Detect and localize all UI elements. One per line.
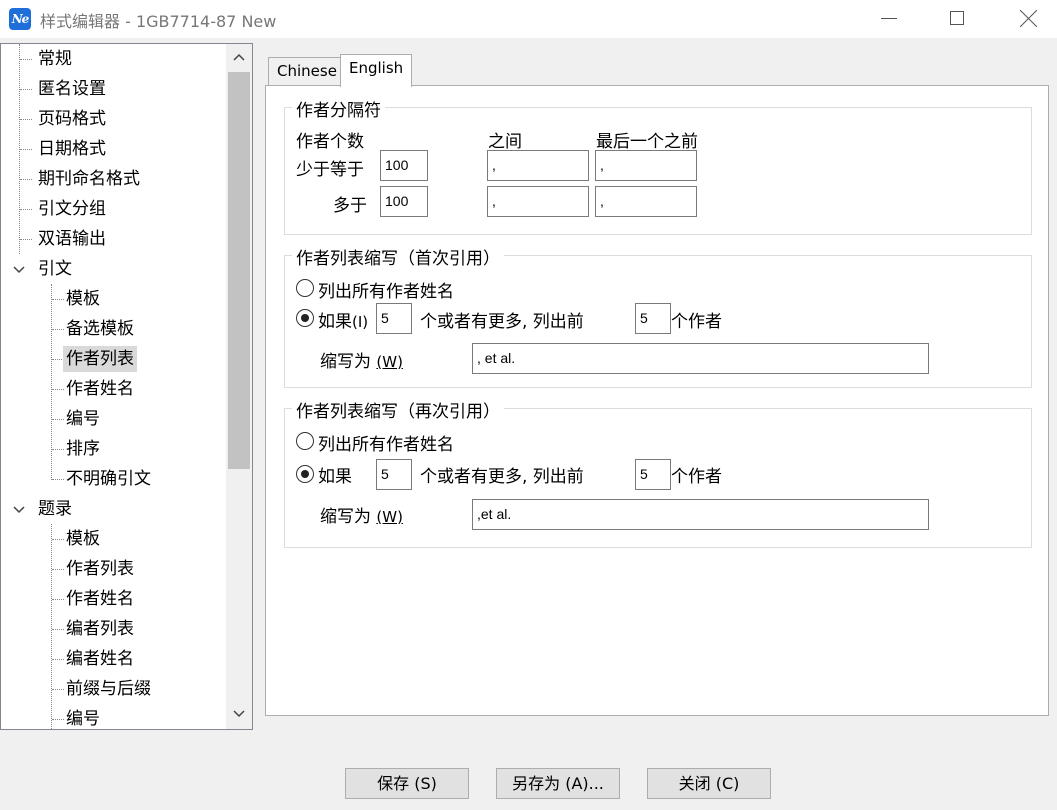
tree-item-label: 匿名设置 <box>38 79 106 99</box>
subsequent-abbrev-field[interactable]: ,et al. <box>472 499 929 530</box>
first-list-all-label[interactable]: 列出所有作者姓名 <box>318 277 454 302</box>
first-abbrev-text: 缩写为 <box>320 352 371 372</box>
tree-item-label: 编号 <box>66 709 100 729</box>
tree-item-label: 模板 <box>66 529 100 549</box>
save-button[interactable]: 保存 (S) <box>345 768 469 799</box>
tree-item-label: 备选模板 <box>66 319 134 339</box>
app-icon: Ne <box>9 8 31 30</box>
tree-item-label: 作者姓名 <box>66 379 134 399</box>
group-legend: 作者列表缩写（首次引用） <box>292 244 504 269</box>
more-than-label: 多于 <box>333 196 367 216</box>
less-equal-count-field[interactable]: 100 <box>380 150 428 181</box>
less-equal-before-last-field[interactable]: , <box>595 150 697 181</box>
tree-item-label: 引文分组 <box>38 199 106 219</box>
tree-item-label: 期刊命名格式 <box>38 169 140 189</box>
subsequent-list-all-radio[interactable] <box>296 432 314 450</box>
subsequent-min-authors-field[interactable]: 5 <box>376 459 412 490</box>
more-than-before-last-field[interactable]: , <box>595 186 697 217</box>
before-last-label: 最后一个之前 <box>596 132 698 152</box>
tree-item-label: 编号 <box>66 409 100 429</box>
first-min-authors-field[interactable]: 5 <box>376 303 412 334</box>
subsequent-list-first-field[interactable]: 5 <box>635 459 671 490</box>
tree-item-label: 编者姓名 <box>66 649 134 669</box>
scrollbar-thumb[interactable] <box>228 72 250 469</box>
first-middle-text: 个或者有更多, 列出前 <box>420 312 584 332</box>
tab-chinese[interactable]: Chinese <box>268 57 346 86</box>
maximize-icon <box>950 11 964 25</box>
chevron-up-icon[interactable] <box>233 53 245 61</box>
author-count-label: 作者个数 <box>296 132 364 152</box>
subsequent-abbrev-hotkey: (W) <box>376 508 403 526</box>
chevron-down-icon[interactable] <box>12 503 26 517</box>
style-tree[interactable]: 常规 匿名设置 页码格式 日期格式 期刊命名格式 引文分组 双语输出 引文 模板… <box>0 43 253 730</box>
tree-scrollbar[interactable] <box>226 44 252 729</box>
settings-panel: 作者分隔符 作者个数 之间 最后一个之前 少于等于 100 , , 多于 100… <box>265 85 1049 716</box>
tree-item-label: 模板 <box>66 289 100 309</box>
less-equal-label: 少于等于 <box>296 160 364 180</box>
window-title: 样式编辑器 - 1GB7714-87 New <box>40 12 277 31</box>
tree-item-label: 常规 <box>38 49 72 69</box>
tree-item-label: 不明确引文 <box>66 469 151 489</box>
tree-item-label: 双语输出 <box>38 229 106 249</box>
between-label: 之间 <box>488 132 522 152</box>
tree-item-label: 日期格式 <box>38 139 106 159</box>
tree-item-label: 前缀与后缀 <box>66 679 151 699</box>
subsequent-if-radio[interactable] <box>296 465 314 483</box>
subsequent-middle-text: 个或者有更多, 列出前 <box>420 467 584 487</box>
first-list-all-radio[interactable] <box>296 279 314 297</box>
maximize-button[interactable] <box>934 0 980 38</box>
tree-guide-line <box>51 284 52 480</box>
first-if-text: 如果 <box>318 312 352 332</box>
tree-item-label: 编者列表 <box>66 619 134 639</box>
tree-item-label: 题录 <box>38 499 72 519</box>
tree-item-label: 作者列表 <box>63 346 137 372</box>
subsequent-suffix-text: 个作者 <box>671 467 722 487</box>
subsequent-abbrev-text: 缩写为 <box>320 507 371 527</box>
tree-guide-line <box>51 524 52 729</box>
first-list-first-field[interactable]: 5 <box>635 303 671 334</box>
more-than-between-field[interactable]: , <box>487 186 589 217</box>
first-if-label[interactable]: 如果(I) <box>318 307 368 332</box>
first-if-hotkey: (I) <box>352 313 369 331</box>
save-as-button[interactable]: 另存为 (A)... <box>496 768 620 799</box>
tree-item-label: 页码格式 <box>38 109 106 129</box>
tree-item-label: 作者姓名 <box>66 589 134 609</box>
first-cite-abbrev-group: 作者列表缩写（首次引用） 列出所有作者姓名 如果(I) 5 个或者有更多, 列出… <box>284 244 1032 388</box>
chevron-down-icon[interactable] <box>233 710 245 718</box>
more-than-count-field[interactable]: 100 <box>380 186 428 217</box>
author-separators-group: 作者分隔符 作者个数 之间 最后一个之前 少于等于 100 , , 多于 100… <box>284 96 1032 235</box>
first-suffix-text: 个作者 <box>671 312 722 332</box>
tree-item-label: 作者列表 <box>66 559 134 579</box>
tree-item-label: 排序 <box>66 439 100 459</box>
first-abbrev-field[interactable]: , et al. <box>472 343 929 374</box>
chevron-down-icon[interactable] <box>12 263 26 277</box>
close-button[interactable]: 关闭 (C) <box>647 768 771 799</box>
first-if-radio[interactable] <box>296 309 314 327</box>
subsequent-abbrev-label: 缩写为 (W) <box>320 502 403 527</box>
subsequent-if-label[interactable]: 如果 <box>318 462 352 487</box>
subsequent-list-all-label[interactable]: 列出所有作者姓名 <box>318 430 454 455</box>
close-window-button[interactable] <box>1005 0 1051 38</box>
title-bar: Ne 样式编辑器 - 1GB7714-87 New <box>0 0 1057 38</box>
tree-item-label: 引文 <box>38 259 72 279</box>
subsequent-cite-abbrev-group: 作者列表缩写（再次引用） 列出所有作者姓名 如果 5 个或者有更多, 列出前 5… <box>284 397 1032 548</box>
first-abbrev-label: 缩写为 (W) <box>320 347 403 372</box>
tab-english[interactable]: English <box>340 54 413 87</box>
less-equal-between-field[interactable]: , <box>487 150 589 181</box>
group-legend: 作者列表缩写（再次引用） <box>292 397 504 422</box>
first-abbrev-hotkey: (W) <box>376 353 403 371</box>
minimize-icon <box>881 18 897 19</box>
minimize-button[interactable] <box>866 0 912 38</box>
group-legend: 作者分隔符 <box>292 96 385 121</box>
close-icon <box>1020 10 1037 27</box>
